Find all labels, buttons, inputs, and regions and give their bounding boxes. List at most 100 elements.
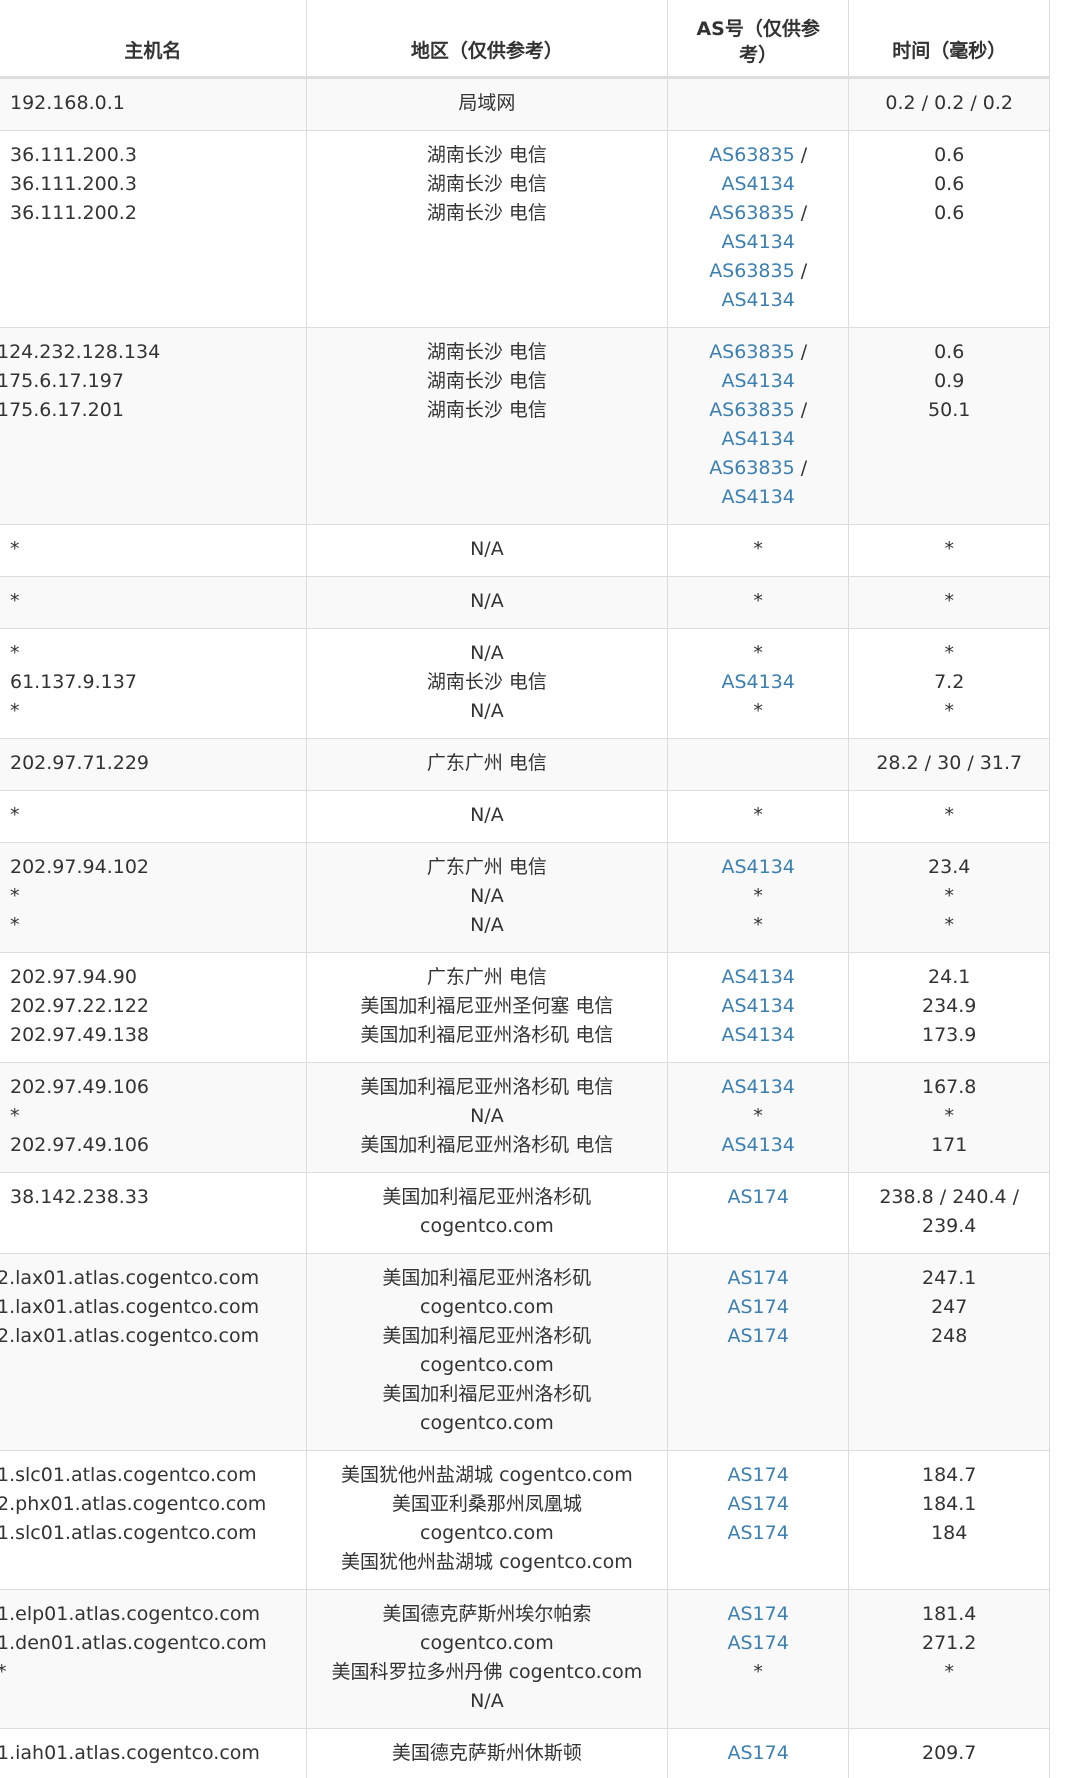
host-cell: * [0, 524, 307, 577]
as-line: AS174 [674, 1293, 843, 1322]
as-link[interactable]: AS174 [728, 1493, 789, 1515]
as-line: AS4134 [674, 286, 843, 315]
latency: 173.9 [922, 1024, 977, 1046]
as-link[interactable]: AS4134 [721, 486, 794, 508]
as-link[interactable]: AS174 [728, 1267, 789, 1289]
hostname: 202.97.94.90 [10, 966, 137, 988]
time-cell: * 7.2 * [848, 628, 1050, 739]
location: cogentco.com [420, 1412, 554, 1434]
location: 湖南长沙 电信 [426, 144, 547, 166]
as-link[interactable]: AS174 [728, 1325, 789, 1347]
as-link[interactable]: AS4134 [721, 231, 794, 253]
latency: 7.2 [934, 671, 965, 693]
as-link[interactable]: AS4134 [721, 289, 794, 311]
location: N/A [470, 885, 504, 907]
as-link[interactable]: AS63835 [709, 260, 795, 282]
location-cell: N/A [305, 576, 668, 629]
latency: 184.1 [922, 1493, 977, 1515]
table-row: 38.142.238.33 美国加利福尼亚州洛杉矶 cogentco.com AS17… [0, 1172, 1050, 1254]
as-link[interactable]: AS63835 [709, 399, 795, 421]
as-link[interactable]: AS4134 [721, 1076, 794, 1098]
table-row: 202.97.94.102 * * 广东广州 电信 N/A N/A AS4134 * * 23.4… [0, 842, 1050, 953]
as-cell: * [666, 790, 850, 843]
hostname: * [10, 642, 20, 664]
location: 美国德克萨斯州休斯顿 [391, 1742, 582, 1764]
time-cell: 0.6 0.6 0.6 [848, 130, 1050, 328]
as-line: AS4134 [674, 483, 843, 512]
latency: 181.4 [922, 1603, 977, 1625]
header-host: 主机名 [0, 0, 307, 79]
header-as: AS号（仅供参 考） [666, 0, 850, 79]
host-cell: 202.97.94.102 * * [0, 842, 307, 953]
as-line: AS174 [674, 1490, 843, 1519]
location: 湖南长沙 电信 [426, 671, 547, 693]
location: N/A [470, 914, 504, 936]
location: 湖南长沙 电信 [426, 202, 547, 224]
hostname: * [10, 700, 20, 722]
hostname: 1.iah01.atlas.cogentco.com [0, 1742, 260, 1764]
as-link[interactable]: AS4134 [721, 856, 794, 878]
hostname: 61.137.9.137 [10, 671, 137, 693]
as-link[interactable]: AS4134 [721, 1134, 794, 1156]
table-row: 1.slc01.atlas.cogentco.com 2.phx01.atlas.… [0, 1450, 1050, 1590]
as-link[interactable]: AS4134 [721, 1024, 794, 1046]
as-link[interactable]: AS174 [728, 1464, 789, 1486]
as-link[interactable]: AS4134 [721, 966, 794, 988]
as-link[interactable]: AS174 [728, 1186, 789, 1208]
time-cell: 181.4 271.2 * [848, 1589, 1050, 1729]
as-link[interactable]: AS174 [728, 1742, 789, 1764]
as-cell: AS174 [666, 1728, 850, 1778]
hostname: * [10, 590, 20, 612]
table-row: 192.168.0.1 局域网 0.2 / 0.2 / 0.2 [0, 77, 1050, 131]
latency: * [944, 538, 954, 560]
as-link[interactable]: AS63835 [709, 457, 795, 479]
latency: 50.1 [928, 399, 971, 421]
as-link[interactable]: AS174 [728, 1522, 789, 1544]
table-row: * N/A * * [0, 524, 1050, 577]
as-line: AS174 [674, 1600, 843, 1629]
as-link[interactable]: AS4134 [721, 671, 794, 693]
time-cell: 0.2 / 0.2 / 0.2 [848, 77, 1050, 131]
as-link[interactable]: AS4134 [721, 995, 794, 1017]
latency: 247.1 [922, 1267, 977, 1289]
as-link[interactable]: AS4134 [721, 370, 794, 392]
location: N/A [470, 642, 504, 664]
as-link[interactable]: AS174 [728, 1603, 789, 1625]
as-line: AS63835 / [674, 454, 843, 483]
as-link[interactable]: AS63835 [709, 144, 795, 166]
latency: 0.9 [934, 370, 965, 392]
location: 广东广州 电信 [426, 752, 547, 774]
as-link[interactable]: AS4134 [721, 173, 794, 195]
location: N/A [470, 538, 504, 560]
as-line: AS174 [674, 1264, 843, 1293]
as-link[interactable]: AS4134 [721, 428, 794, 450]
hostname: * [10, 804, 20, 826]
location-cell: 局域网 [305, 77, 668, 131]
as-separator: / [794, 202, 808, 224]
host-cell: * [0, 790, 307, 843]
location-cell: 美国加利福尼亚州洛杉矶 cogentco.com 美国加利福尼亚州洛杉矶 cogent… [305, 1253, 668, 1451]
as-line: AS4134 [674, 367, 843, 396]
as-link[interactable]: AS174 [728, 1296, 789, 1318]
location-cell: N/A [305, 790, 668, 843]
header-as-line1: AS号（仅供参 [696, 18, 820, 40]
latency: 167.8 [922, 1076, 977, 1098]
as-line: AS4134 [674, 963, 843, 992]
hostname: * [10, 1105, 20, 1127]
host-cell: 1.iah01.atlas.cogentco.com [0, 1728, 307, 1778]
time-cell: 24.1 234.9 173.9 [848, 952, 1050, 1063]
as-link[interactable]: AS63835 [709, 202, 795, 224]
as-line: * [674, 639, 843, 668]
hostname: 36.111.200.2 [10, 202, 137, 224]
location: cogentco.com [420, 1215, 554, 1237]
latency: 0.6 [934, 341, 965, 363]
as-separator: / [794, 457, 808, 479]
location-cell: 美国德克萨斯州埃尔帕索 cogentco.com 美国科罗拉多州丹佛 cogentc… [305, 1589, 668, 1729]
hostname: 1.den01.atlas.cogentco.com [0, 1632, 267, 1654]
hostname: 175.6.17.201 [0, 399, 124, 421]
as-link[interactable]: AS174 [728, 1632, 789, 1654]
host-cell: 2.lax01.atlas.cogentco.com 1.lax01.atlas.… [0, 1253, 307, 1451]
as-link[interactable]: AS63835 [709, 341, 795, 363]
as-line: AS174 [674, 1739, 843, 1768]
header-location: 地区（仅供参考） [305, 0, 668, 79]
